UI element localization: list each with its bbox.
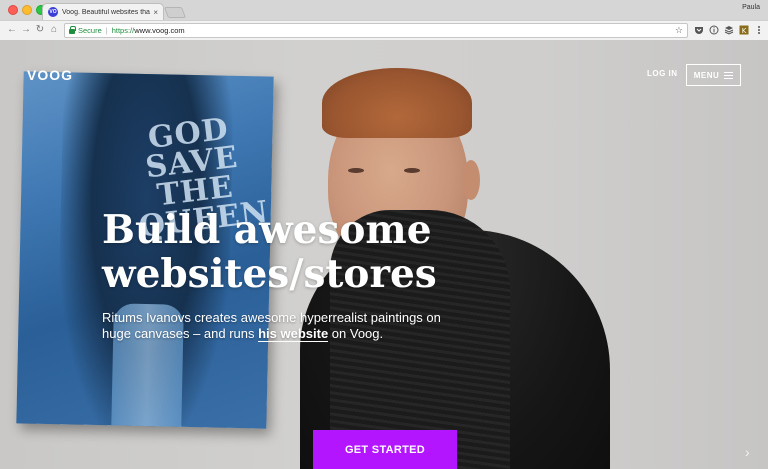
hamburger-icon (724, 71, 734, 79)
profile-name[interactable]: Paula (742, 4, 760, 11)
tab-strip: VO Voog. Beautiful websites that × Paula (0, 0, 768, 20)
voog-logo[interactable]: VOOG (27, 67, 73, 83)
right-eye (404, 168, 420, 173)
forward-arrow-icon[interactable]: → (20, 24, 32, 36)
back-arrow-icon[interactable]: ← (6, 24, 18, 36)
menu-button[interactable]: MENU (686, 64, 741, 86)
pocket-icon[interactable] (694, 25, 704, 35)
tab-title: Voog. Beautiful websites that (62, 8, 151, 16)
svg-text:K: K (742, 27, 747, 35)
more-icon[interactable] (754, 25, 764, 35)
hero-title-line-2: websites/stores (102, 251, 437, 297)
get-started-button[interactable]: GET STARTED (313, 430, 457, 469)
new-tab-button[interactable] (163, 7, 187, 18)
home-icon[interactable]: ⌂ (48, 24, 60, 36)
browser-toolbar: ← → ↻ ⌂ Secure | https:// www.voog.com ☆… (0, 20, 768, 40)
browser-chrome: VO Voog. Beautiful websites that × Paula… (0, 0, 768, 40)
hero-title-line-1: Build awesome (102, 207, 432, 253)
hero-subtitle: Ritums Ivanovs creates awesome hyperreal… (102, 310, 462, 342)
url-host: www.voog.com (134, 26, 185, 35)
hero-title: Build awesome websites/stores (102, 208, 442, 296)
extension-icon[interactable]: K (739, 25, 749, 35)
reload-icon[interactable]: ↻ (34, 24, 46, 36)
voog-homepage: GOD SAVE THE QUEEN VOOG LOG IN MENU Buil… (0, 40, 768, 469)
secure-label: Secure (78, 26, 102, 35)
tab-close-icon[interactable]: × (153, 8, 158, 17)
menu-label: MENU (693, 70, 720, 80)
browser-tab-voog[interactable]: VO Voog. Beautiful websites that × (42, 3, 164, 20)
next-slide-arrow-icon[interactable]: › (745, 445, 755, 459)
info-icon[interactable] (709, 25, 719, 35)
left-eye (348, 168, 364, 173)
his-website-link[interactable]: his website (258, 326, 329, 342)
address-separator: | (105, 26, 108, 35)
close-window-button[interactable] (8, 5, 18, 15)
minimize-window-button[interactable] (22, 5, 32, 15)
lock-icon (69, 25, 76, 34)
hair (322, 68, 472, 138)
ear (462, 160, 480, 200)
voog-favicon-icon: VO (48, 7, 58, 17)
layers-icon[interactable] (724, 25, 734, 35)
bookmark-star-icon[interactable]: ☆ (675, 25, 683, 36)
hero-subtitle-suffix: on Voog. (328, 326, 384, 341)
address-bar[interactable]: Secure | https:// www.voog.com ☆ (64, 23, 688, 38)
url-scheme: https:// (111, 26, 135, 35)
login-link[interactable]: LOG IN (647, 69, 678, 78)
